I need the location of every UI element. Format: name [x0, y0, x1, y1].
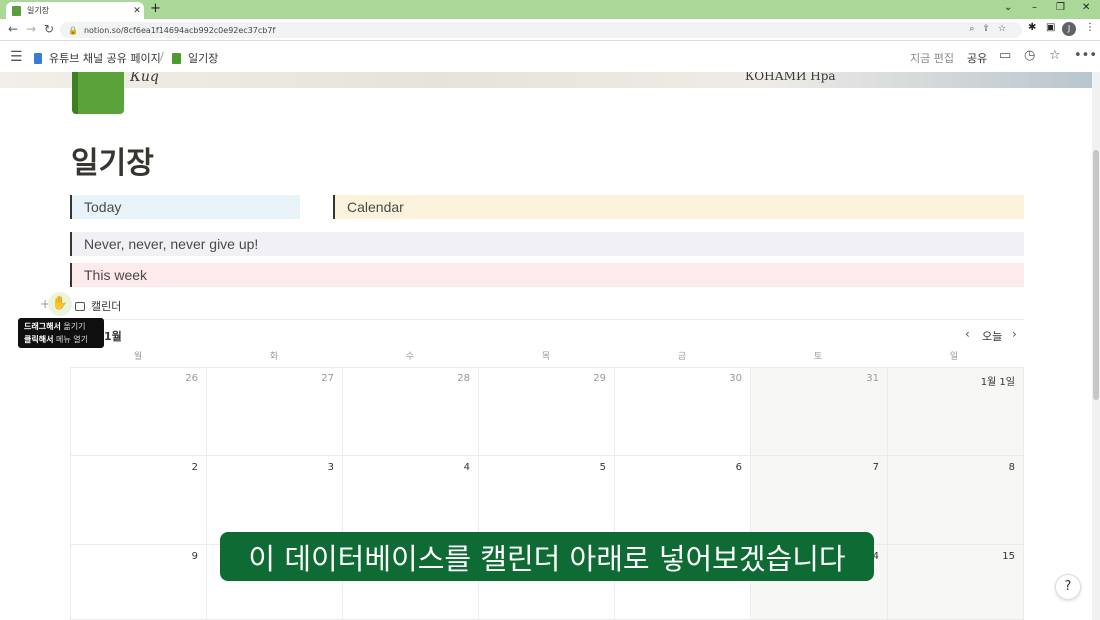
page-notebook-icon[interactable]	[72, 72, 124, 114]
today-button[interactable]: 오늘	[982, 328, 1002, 344]
calendar-cell[interactable]: 29	[479, 367, 615, 456]
calendar-cell[interactable]: 2	[70, 456, 207, 545]
breadcrumb-current-label: 일기장	[188, 52, 219, 65]
calendar-cell[interactable]: 31	[751, 367, 888, 456]
calendar-cell[interactable]: 8	[888, 456, 1024, 545]
breadcrumb-current[interactable]: 일기장	[172, 50, 218, 66]
day-number: 29	[593, 373, 606, 384]
day-number: 27	[321, 373, 334, 384]
notebook-icon	[172, 52, 181, 64]
calendar-cell[interactable]: 30	[615, 367, 751, 456]
day-number: 8	[1008, 462, 1015, 473]
day-number: 1월 1일	[980, 377, 1015, 388]
tooltip-line1-rest: 옮기기	[60, 322, 86, 331]
calendar-cell[interactable]: 28	[343, 367, 479, 456]
weekday-label: 토	[813, 352, 823, 362]
weekday-label: 일	[949, 352, 959, 362]
day-number: 2	[191, 462, 198, 473]
weekday-label: 금	[677, 352, 687, 362]
share-button[interactable]: 공유	[967, 50, 987, 66]
motto-block[interactable]: Never, never, never give up!	[70, 232, 1024, 256]
scrollbar-thumb[interactable]	[1093, 150, 1099, 400]
breadcrumb-separator: /	[160, 50, 164, 63]
new-tab-button[interactable]: +	[150, 1, 161, 16]
weekday-label: 목	[541, 352, 551, 362]
calendar-cell[interactable]: 1월 1일	[888, 367, 1024, 456]
more-options-icon[interactable]: •••	[1074, 48, 1097, 63]
reload-icon[interactable]: ↻	[44, 22, 54, 36]
calendar-cell[interactable]: 9	[70, 545, 207, 620]
help-button[interactable]: ?	[1055, 574, 1081, 600]
url-text: notion.so/8cf6ea1f14694acb992c0e92ec37cb…	[83, 25, 276, 35]
weekday-label: 월	[133, 352, 143, 362]
tab-title: 일기장	[27, 6, 50, 15]
browser-menu-icon[interactable]: ⋮	[1085, 22, 1095, 33]
browser-tab[interactable]: 일기장 ✕	[6, 2, 144, 19]
day-number: 3	[327, 462, 334, 473]
forward-icon[interactable]: →	[26, 22, 36, 36]
video-subtitle: 이 데이터베이스를 캘린더 아래로 넣어보겠습니다	[220, 532, 874, 581]
month-label: 1월	[104, 330, 122, 343]
day-number: 4	[463, 462, 470, 473]
day-number: 15	[1002, 551, 1015, 562]
day-number: 9	[191, 551, 198, 562]
drag-handle-hand-icon[interactable]: ✋	[48, 292, 72, 316]
cover-image: Киq КОНАМИ Нра	[0, 72, 1092, 88]
database-title-label: 캘린더	[91, 300, 122, 313]
favorite-star-icon[interactable]: ☆	[1049, 48, 1061, 63]
close-tab-icon[interactable]: ✕	[130, 6, 144, 16]
weekday-label: 화	[269, 352, 279, 362]
notebook-favicon-icon	[12, 5, 21, 16]
cover-text-left: Киq	[130, 72, 159, 85]
day-number: 7	[872, 462, 879, 473]
history-icon[interactable]: ◷	[1024, 48, 1035, 63]
hamburger-menu-icon[interactable]: ☰	[10, 49, 23, 65]
tooltip-line2-bold: 클릭해서	[24, 335, 54, 344]
day-number: 6	[735, 462, 742, 473]
day-number: 28	[457, 373, 470, 384]
omnibox-actions-icon[interactable]: ⌕⇪☆	[969, 24, 1014, 34]
back-icon[interactable]: ←	[8, 22, 18, 36]
side-panel-icon[interactable]: ▣	[1046, 22, 1055, 33]
maximize-button[interactable]: ❐	[1056, 2, 1065, 13]
tooltip-line2-rest: 메뉴 열기	[53, 335, 88, 344]
comment-icon[interactable]: ▭	[999, 48, 1011, 63]
calendar-block[interactable]: Calendar	[333, 195, 1024, 219]
phone-icon	[34, 52, 42, 64]
day-number: 5	[599, 462, 606, 473]
calendar-cell[interactable]: 15	[888, 545, 1024, 620]
browser-tab-bar: 일기장 ✕ + ⌄ – ❐ ✕	[0, 0, 1100, 19]
page-title[interactable]: 일기장	[71, 138, 154, 182]
notion-topbar: ☰ 유튜브 채널 공유 페이지 / 일기장 지금 편집 공유 ▭ ◷ ☆ •••	[0, 42, 1100, 72]
breadcrumb-parent-label: 유튜브 채널 공유 페이지	[49, 52, 161, 65]
drag-tooltip: 드래그해서 옮기기 클릭해서 메뉴 열기	[18, 318, 104, 348]
prev-month-icon[interactable]: ‹	[965, 327, 970, 341]
calendar-cell[interactable]: 26	[70, 367, 207, 456]
calendar-grid: 26 27 28 29 30 31 1월 1일 2 3 4 5 6 7 8 9 …	[70, 367, 1024, 620]
tooltip-line1-bold: 드래그해서	[24, 322, 61, 331]
minimize-button[interactable]: –	[1032, 2, 1037, 13]
next-month-icon[interactable]: ›	[1012, 327, 1017, 341]
day-number: 26	[185, 373, 198, 384]
url-input[interactable]: 🔒 notion.so/8cf6ea1f14694acb992c0e92ec37…	[60, 22, 1022, 38]
tab-search-icon[interactable]: ⌄	[1004, 2, 1012, 13]
weekday-label: 수	[405, 352, 415, 362]
divider	[70, 319, 1024, 320]
cover-text-right: КОНАМИ Нра	[745, 72, 836, 83]
day-number: 30	[729, 373, 742, 384]
edit-now-button[interactable]: 지금 편집	[910, 50, 954, 66]
calendar-icon	[75, 301, 85, 311]
day-number: 31	[866, 373, 879, 384]
lock-icon: 🔒	[68, 25, 78, 35]
address-bar-row: ← → ↻ 🔒 notion.so/8cf6ea1f14694acb992c0e…	[0, 19, 1100, 41]
this-week-block[interactable]: This week	[70, 263, 1024, 287]
breadcrumb-parent[interactable]: 유튜브 채널 공유 페이지	[34, 50, 161, 66]
avatar[interactable]: J	[1062, 22, 1076, 36]
database-title[interactable]: 캘린더	[75, 298, 121, 314]
close-window-button[interactable]: ✕	[1082, 2, 1090, 13]
today-block[interactable]: Today	[70, 195, 300, 219]
calendar-cell[interactable]: 27	[207, 367, 343, 456]
extensions-icon[interactable]: ✱	[1028, 22, 1036, 33]
